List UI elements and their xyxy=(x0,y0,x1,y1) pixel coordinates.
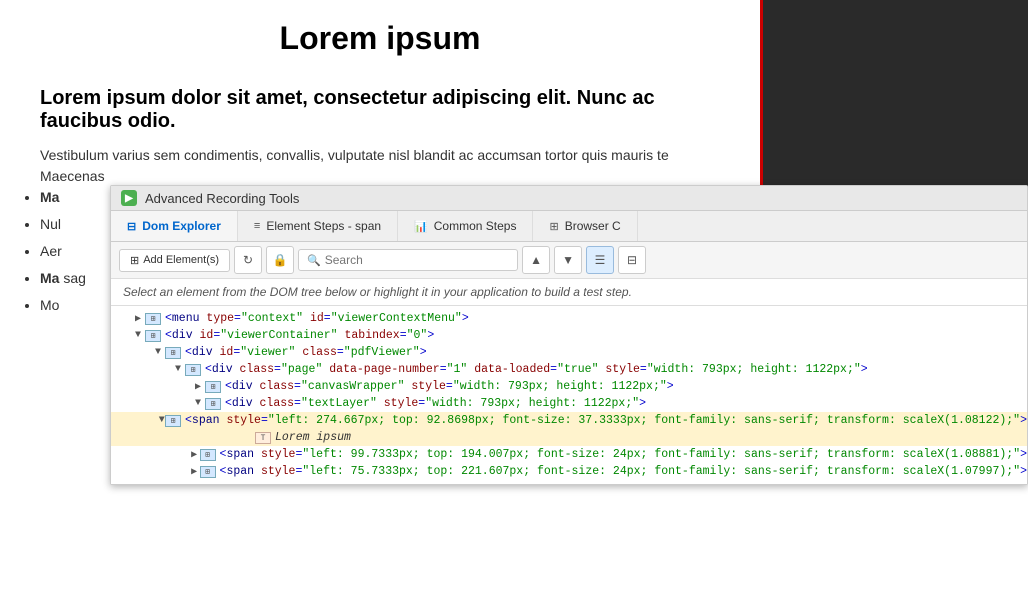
devtools-toolbar: ⊞ Add Element(s) ↻ 🔒 🔍 ▲ ▼ ☰ ⊟ xyxy=(111,242,1027,279)
devtools-title: Advanced Recording Tools xyxy=(145,191,299,206)
element-icon: ⊞ xyxy=(200,466,216,478)
dom-node-content: <span style="left: 75.7333px; top: 221.6… xyxy=(220,465,1027,478)
dom-row-lorem-ipsum-text[interactable]: T Lorem ipsum xyxy=(111,429,1027,446)
filter-button[interactable]: ⊟ xyxy=(618,246,646,274)
devtools-instruction: Select an element from the DOM tree belo… xyxy=(111,279,1027,306)
dom-explorer-icon: ⊟ xyxy=(127,220,136,233)
collapse-icon[interactable]: ▼ xyxy=(171,364,185,375)
add-element-icon: ⊞ xyxy=(130,254,139,267)
dom-row-span-3[interactable]: ▶ ⊞ <span style="left: 75.7333px; top: 2… xyxy=(111,463,1027,480)
dom-row-viewer-container[interactable]: ▼ ⊞ <div id="viewerContainer" tabindex="… xyxy=(111,327,1027,344)
devtools-tab-bar: ⊟ Dom Explorer ≡ Element Steps - span 📊 … xyxy=(111,211,1027,242)
tab-element-steps[interactable]: ≡ Element Steps - span xyxy=(238,211,398,241)
search-icon: 🔍 xyxy=(307,254,321,267)
tab-common-steps[interactable]: 📊 Common Steps xyxy=(398,211,533,241)
page-list-intro: Maecenas xyxy=(40,166,720,187)
dom-node-content: <div class="canvasWrapper" style="width:… xyxy=(225,380,674,393)
collapse-icon[interactable]: ▼ xyxy=(151,347,165,358)
up-icon: ▲ xyxy=(530,253,542,267)
collapse-icon[interactable]: ▶ xyxy=(191,381,205,393)
search-input[interactable] xyxy=(325,253,509,267)
element-icon: ⊞ xyxy=(205,398,221,410)
page-title: Lorem ipsum xyxy=(40,20,720,57)
dom-node-content: <div class="page" data-page-number="1" d… xyxy=(205,363,868,376)
dom-row-text-layer[interactable]: ▼ ⊞ <div class="textLayer" style="width:… xyxy=(111,395,1027,412)
list-view-button[interactable]: ☰ xyxy=(586,246,614,274)
dom-row-span-2[interactable]: ▶ ⊞ <span style="left: 99.7333px; top: 1… xyxy=(111,446,1027,463)
element-icon: ⊞ xyxy=(145,313,161,325)
lock-button[interactable]: 🔒 xyxy=(266,246,294,274)
collapse-icon[interactable]: ▼ xyxy=(131,330,145,341)
element-icon: ⊞ xyxy=(200,449,216,461)
collapse-icon[interactable]: ▶ xyxy=(131,313,145,325)
list-icon: ☰ xyxy=(595,253,606,267)
dom-text-content: Lorem ipsum xyxy=(275,431,351,444)
dom-row-menu[interactable]: ▶ ⊞ <menu type="context" id="viewerConte… xyxy=(111,310,1027,327)
element-icon: ⊞ xyxy=(185,364,201,376)
collapse-icon[interactable]: ▼ xyxy=(191,398,205,409)
dom-row-page[interactable]: ▼ ⊞ <div class="page" data-page-number="… xyxy=(111,361,1027,378)
collapse-icon[interactable]: ▶ xyxy=(189,466,200,478)
refresh-button[interactable]: ↻ xyxy=(234,246,262,274)
lock-icon: 🔒 xyxy=(273,253,288,267)
dom-node-content: <div id="viewer" class="pdfViewer"> xyxy=(185,346,427,359)
dom-row-canvas-wrapper[interactable]: ▶ ⊞ <div class="canvasWrapper" style="wi… xyxy=(111,378,1027,395)
text-node-icon: T xyxy=(255,432,271,444)
tab-element-steps-label: Element Steps - span xyxy=(266,219,381,233)
element-icon: ⊞ xyxy=(165,347,181,359)
element-icon: ⊞ xyxy=(145,330,161,342)
devtools-logo-icon: ▶ xyxy=(121,190,137,206)
page-body-text: Vestibulum varius sem condimentis, conva… xyxy=(40,145,720,166)
down-icon: ▼ xyxy=(562,253,574,267)
dom-row-viewer[interactable]: ▼ ⊞ <div id="viewer" class="pdfViewer"> xyxy=(111,344,1027,361)
tab-browser[interactable]: ⊞ Browser C xyxy=(533,211,637,241)
add-element-label: Add Element(s) xyxy=(143,254,219,266)
red-divider xyxy=(760,0,763,200)
dom-row-span-lorem-ipsum[interactable]: ▼ ⊞ <span style="left: 274.667px; top: 9… xyxy=(111,412,1027,429)
element-icon: ⊞ xyxy=(165,415,181,427)
devtools-panel: ▶ Advanced Recording Tools ⊟ Dom Explore… xyxy=(110,185,1028,485)
tab-common-steps-label: Common Steps xyxy=(434,219,517,233)
dom-node-content: <span style="left: 99.7333px; top: 194.0… xyxy=(220,448,1027,461)
refresh-icon: ↻ xyxy=(243,253,253,267)
collapse-icon[interactable]: ▼ xyxy=(158,415,165,426)
dom-node-content: <menu type="context" id="viewerContextMe… xyxy=(165,312,469,325)
dom-tree[interactable]: ▶ ⊞ <menu type="context" id="viewerConte… xyxy=(111,306,1027,484)
up-button[interactable]: ▲ xyxy=(522,246,550,274)
dom-node-content: <div id="viewerContainer" tabindex="0"> xyxy=(165,329,434,342)
dom-node-content: <span style="left: 274.667px; top: 92.86… xyxy=(185,414,1027,427)
browser-icon: ⊞ xyxy=(549,220,558,233)
tab-browser-label: Browser C xyxy=(565,219,621,233)
add-element-button[interactable]: ⊞ Add Element(s) xyxy=(119,249,230,272)
page-subtitle: Lorem ipsum dolor sit amet, consectetur … xyxy=(40,87,720,133)
down-button[interactable]: ▼ xyxy=(554,246,582,274)
filter-icon: ⊟ xyxy=(627,253,637,267)
dom-node-content: <div class="textLayer" style="width: 793… xyxy=(225,397,646,410)
tab-dom-explorer[interactable]: ⊟ Dom Explorer xyxy=(111,211,238,241)
element-icon: ⊞ xyxy=(205,381,221,393)
collapse-icon[interactable]: ▶ xyxy=(189,449,200,461)
tab-dom-explorer-label: Dom Explorer xyxy=(142,219,221,233)
devtools-titlebar: ▶ Advanced Recording Tools xyxy=(111,186,1027,211)
common-steps-icon: 📊 xyxy=(414,220,428,233)
search-box[interactable]: 🔍 xyxy=(298,249,518,271)
element-steps-icon: ≡ xyxy=(254,220,260,232)
dark-panel xyxy=(760,0,1028,200)
